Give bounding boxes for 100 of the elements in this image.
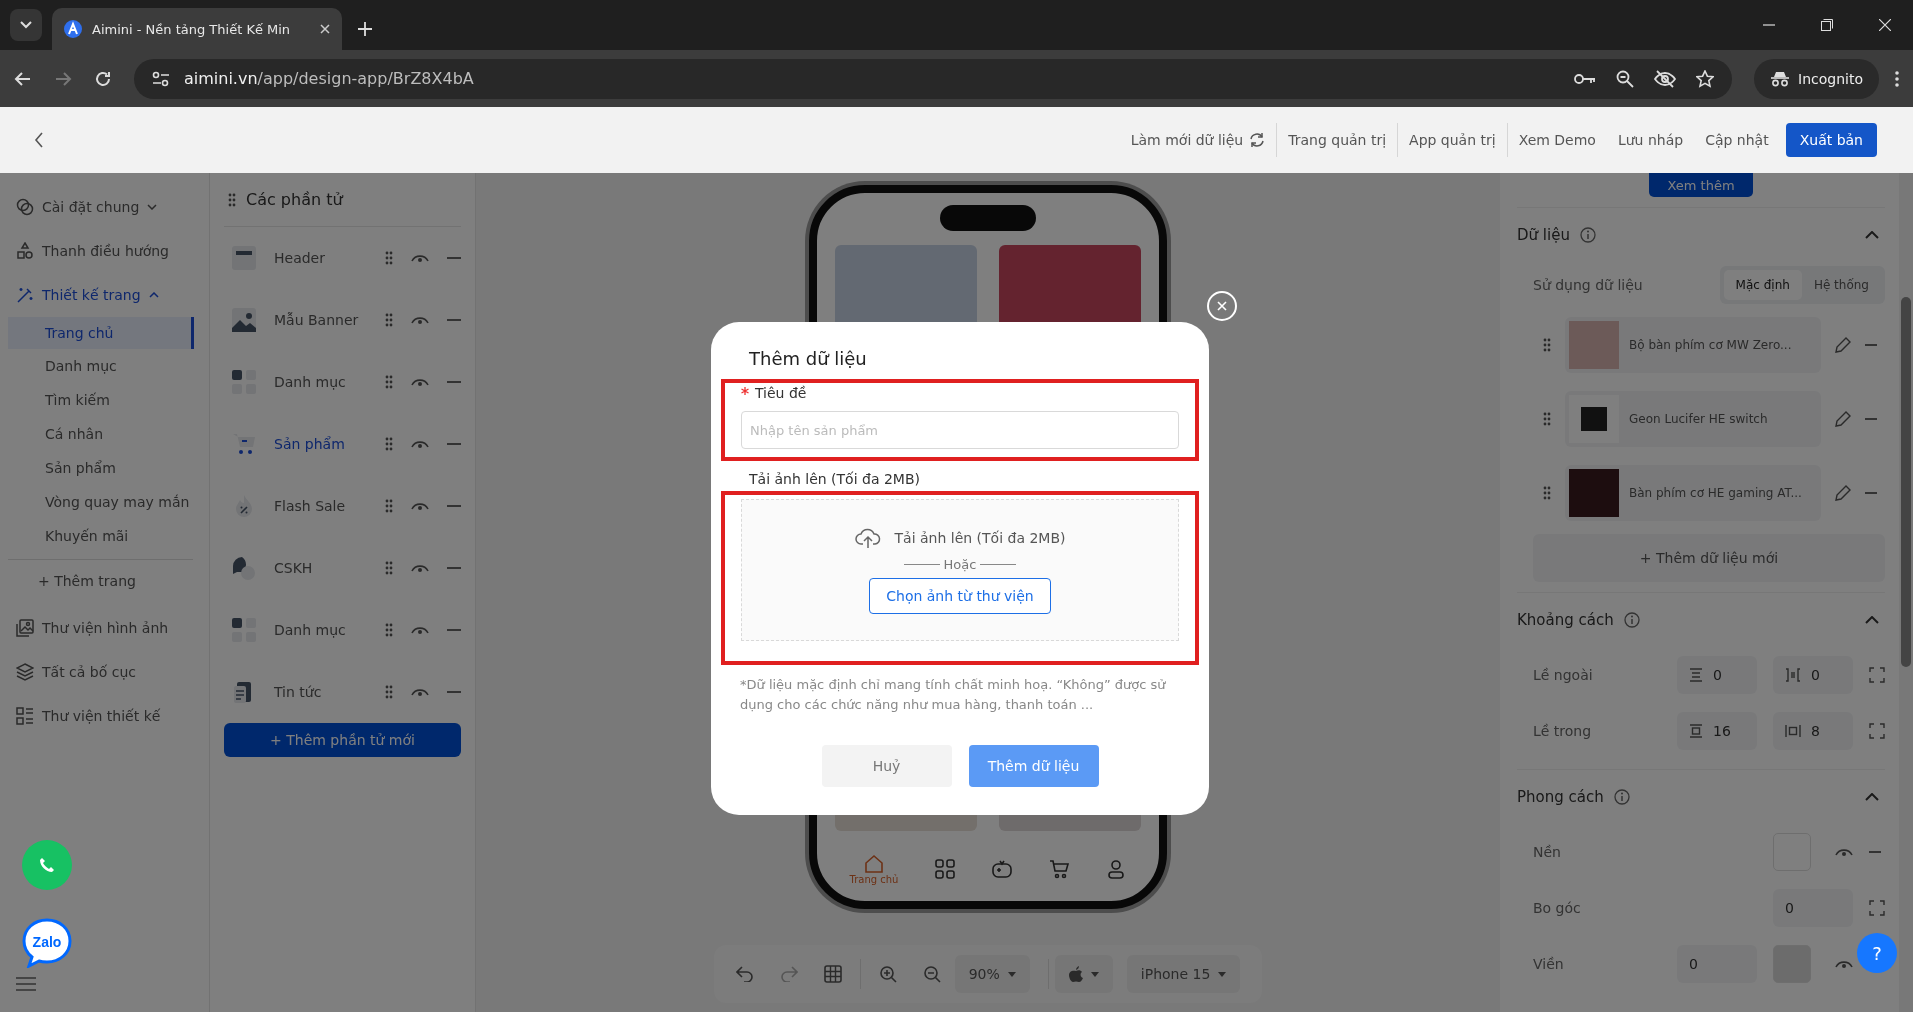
element-item[interactable]: Sản phẩm	[274, 436, 367, 452]
chevron-up-icon[interactable]	[1865, 231, 1879, 239]
key-icon[interactable]	[1574, 72, 1597, 85]
element-item[interactable]: Danh mục	[274, 622, 367, 638]
tab-list-button[interactable]	[10, 9, 42, 41]
eye-icon[interactable]	[411, 687, 429, 697]
phone-nav-item[interactable]	[935, 859, 956, 879]
title-input[interactable]: Nhập tên sản phẩm	[741, 411, 1179, 449]
drag-handle-icon[interactable]	[385, 375, 393, 389]
header-action[interactable]: Xuất bản	[1785, 123, 1877, 157]
address-bar[interactable]: aimini.vn/app/design-app/BrZ8X4bA	[134, 58, 1733, 99]
see-more-button[interactable]: Xem thêm	[1649, 173, 1753, 197]
eye-icon[interactable]	[411, 315, 429, 325]
upload-dropzone[interactable]: Tải ảnh lên (Tối đa 2MB) Hoặc Chọn ảnh từ thư viện	[741, 499, 1179, 641]
phone-nav-item[interactable]	[1049, 859, 1070, 879]
pencil-icon[interactable]	[1835, 337, 1851, 353]
data-item-card[interactable]: Bộ bàn phím cơ MW Zero...	[1565, 317, 1821, 373]
sidebar-item[interactable]: Thư viện thiết kế	[0, 694, 209, 738]
page-item[interactable]: Trang chủ	[8, 317, 194, 349]
eye-icon[interactable]	[411, 563, 429, 573]
element-item[interactable]: Mẫu Banner	[274, 312, 367, 328]
drag-handle-icon[interactable]	[385, 313, 393, 327]
pencil-icon[interactable]	[1835, 411, 1851, 427]
drag-handle-icon[interactable]	[1543, 412, 1551, 426]
close-icon[interactable]	[1879, 19, 1891, 31]
add-data-button[interactable]: + Thêm dữ liệu mới	[1533, 534, 1885, 582]
back-icon[interactable]	[14, 69, 32, 88]
phone-nav-item[interactable]	[1106, 859, 1127, 879]
chevron-up-icon[interactable]	[1865, 793, 1879, 801]
info-icon[interactable]	[1579, 227, 1596, 243]
number-field[interactable]: 0	[1773, 656, 1853, 694]
number-field[interactable]: 8	[1773, 712, 1853, 750]
incognito-chip[interactable]: Incognito	[1754, 58, 1879, 99]
chat-button[interactable]: Zalo	[20, 916, 74, 970]
drag-handle-icon[interactable]	[385, 561, 393, 575]
drag-handle-icon[interactable]	[385, 499, 393, 513]
sidebar-item[interactable]: Tất cả bố cục	[0, 650, 209, 694]
browser-tab[interactable]: Aimini - Nền tảng Thiết Kế Min	[52, 8, 342, 50]
drag-handle-icon[interactable]	[385, 251, 393, 265]
eye-icon[interactable]	[411, 377, 429, 387]
header-action[interactable]: Trang quản trị	[1277, 123, 1399, 157]
drag-handle-icon[interactable]	[385, 437, 393, 451]
page-item[interactable]: Sản phẩm	[8, 451, 194, 485]
new-tab-icon[interactable]	[358, 22, 372, 36]
sidebar-item[interactable]: Thiết kế trang	[0, 273, 209, 317]
page-item[interactable]: Khuyến mãi	[8, 519, 194, 553]
star-icon[interactable]	[1696, 69, 1715, 88]
page-item[interactable]: Vòng quay may mắn	[8, 485, 194, 519]
pencil-icon[interactable]	[1835, 485, 1851, 501]
page-item[interactable]: Danh mục	[8, 349, 194, 383]
element-item[interactable]: Danh mục	[274, 374, 367, 390]
more-icon[interactable]	[1895, 70, 1899, 87]
segment-option[interactable]: Mặc định	[1723, 270, 1802, 300]
data-item-card[interactable]: Geon Lucifer HE switch	[1565, 391, 1821, 447]
element-item[interactable]: CSKH	[274, 560, 367, 576]
info-icon[interactable]	[1613, 789, 1630, 805]
zoom-out-icon[interactable]	[1616, 69, 1635, 88]
forward-icon[interactable]	[54, 69, 72, 88]
element-item[interactable]: Header	[274, 250, 367, 266]
drag-handle-icon[interactable]	[385, 623, 393, 637]
zoom-in-icon[interactable]	[878, 965, 897, 983]
restore-icon[interactable]	[1821, 19, 1833, 31]
sidebar-item[interactable]: Thanh điều hướng	[0, 229, 209, 273]
eye-icon[interactable]	[411, 253, 429, 263]
expand-icon[interactable]	[1869, 667, 1885, 683]
number-field[interactable]: 0	[1677, 656, 1757, 694]
eye-icon[interactable]	[1835, 847, 1853, 857]
data-item-card[interactable]: Bàn phím cơ HE gaming AT...	[1565, 465, 1821, 521]
header-action[interactable]: App quản trị	[1398, 123, 1508, 157]
expand-icon[interactable]	[1869, 723, 1885, 739]
element-item[interactable]: Flash Sale	[274, 498, 367, 514]
phone-nav-item[interactable]: Trang chủ	[849, 853, 899, 885]
close-icon[interactable]	[320, 24, 330, 34]
header-action[interactable]: Lưu nháp	[1606, 123, 1695, 157]
drag-handle-icon[interactable]	[228, 192, 236, 207]
eye-icon[interactable]	[411, 625, 429, 635]
eye-off-icon[interactable]	[1654, 69, 1677, 88]
undo-icon[interactable]	[735, 966, 754, 982]
zoom-select[interactable]: 90%	[954, 955, 1030, 993]
page-item[interactable]: Cá nhân	[8, 417, 194, 451]
number-field[interactable]: 16	[1677, 712, 1757, 750]
drag-handle-icon[interactable]	[385, 685, 393, 699]
segment-option[interactable]: Hệ thống	[1801, 270, 1881, 300]
site-settings-icon[interactable]	[152, 70, 170, 87]
header-action[interactable]: Làm mới dữ liệu	[1119, 123, 1278, 157]
add-element-button[interactable]: + Thêm phần tử mới	[224, 723, 461, 757]
number-field[interactable]: 0	[1773, 889, 1853, 927]
device-select[interactable]: iPhone 15	[1126, 955, 1241, 993]
header-action[interactable]: Cập nhật	[1694, 123, 1780, 157]
sidebar-item[interactable]: Thư viện hình ảnh	[0, 606, 209, 650]
cancel-button[interactable]: Huỷ	[821, 745, 952, 787]
menu-icon[interactable]	[16, 977, 36, 991]
reload-icon[interactable]	[94, 69, 112, 88]
drag-handle-icon[interactable]	[1543, 486, 1551, 500]
number-field[interactable]: 0	[1677, 945, 1757, 983]
drag-handle-icon[interactable]	[1543, 338, 1551, 352]
eye-icon[interactable]	[411, 439, 429, 449]
back-icon[interactable]	[34, 132, 44, 148]
grid-icon[interactable]	[823, 965, 842, 983]
sidebar-item[interactable]: Cài đặt chung	[0, 185, 209, 229]
